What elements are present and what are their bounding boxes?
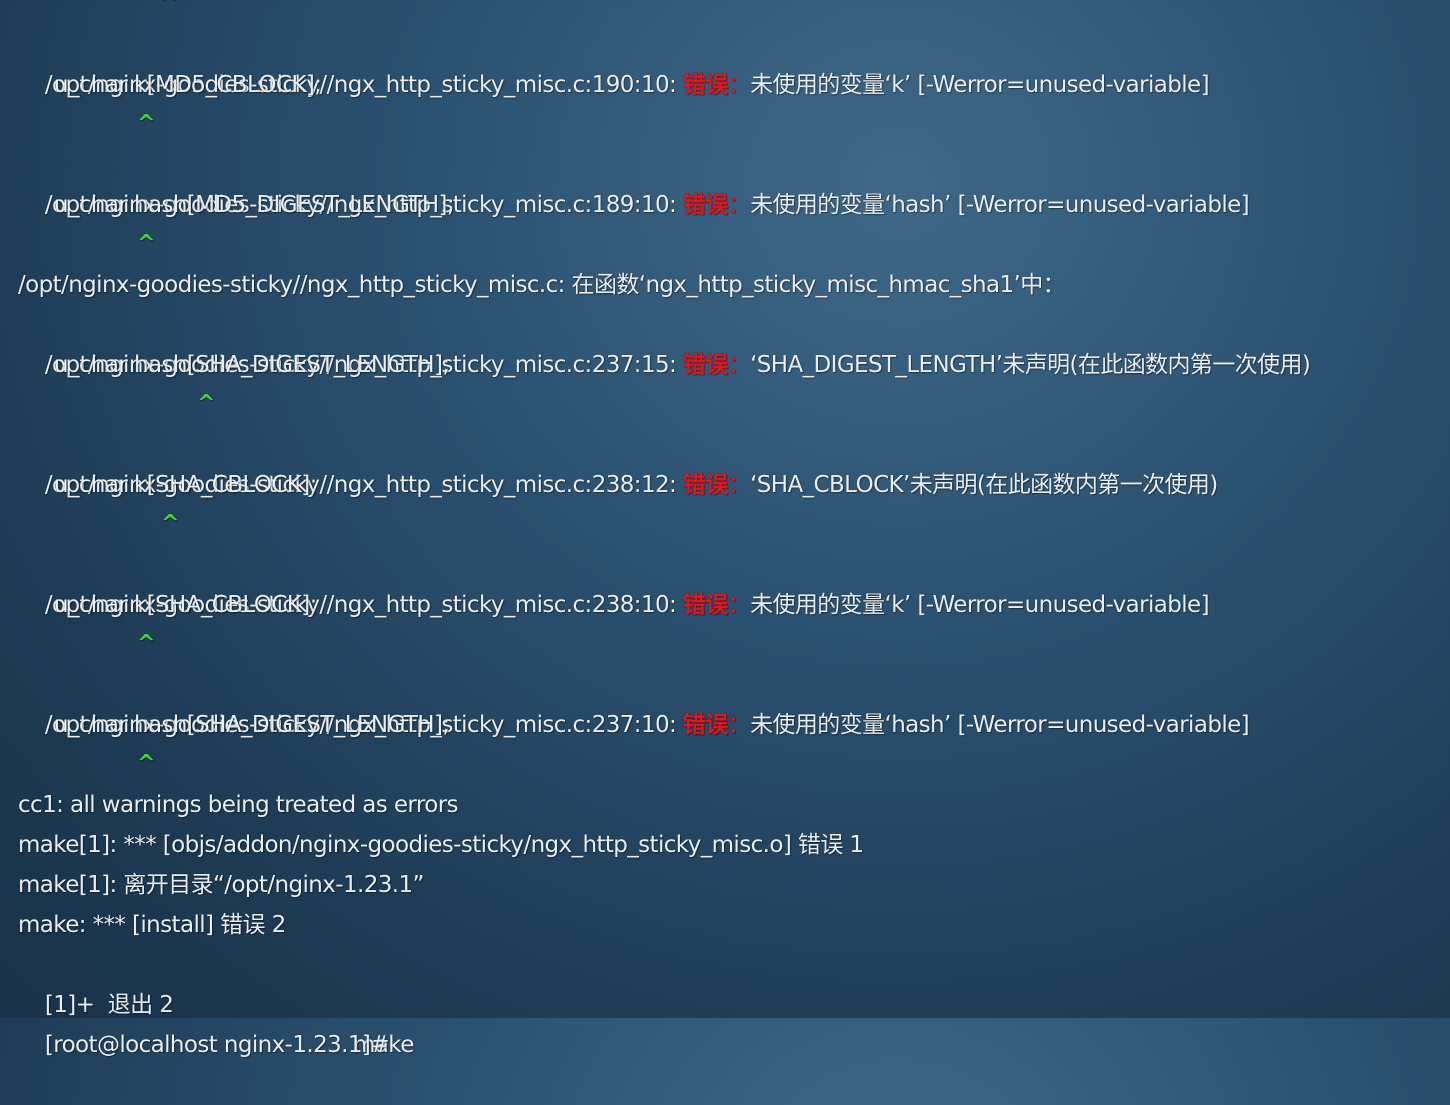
error-caret: ^: [160, 0, 178, 16]
error-caret: ^: [137, 631, 155, 656]
error-caret: ^: [197, 391, 215, 416]
error-colon: ：: [727, 192, 751, 218]
error-colon: ：: [727, 592, 751, 618]
error-colon: ：: [727, 72, 751, 98]
error-label: 错误: [682, 192, 728, 218]
compiler-error-line: /opt/nginx-goodies-sticky//ngx_http_stic…: [18, 425, 1218, 498]
error-colon: ：: [727, 472, 751, 498]
error-caret: ^: [137, 231, 155, 256]
error-message: ‘SHA_CBLOCK’未声明(在此函数内第一次使用): [750, 472, 1218, 498]
error-label: 错误: [682, 712, 728, 738]
make-leave-directory-line: make[1]: 离开目录“/opt/nginx-1.23.1”: [18, 872, 424, 898]
terminal-output[interactable]: ^ /opt/nginx-goodies-sticky//ngx_http_st…: [0, 0, 1450, 1058]
source-code-line: u_char k[SHA_CBLOCK];: [54, 592, 317, 618]
source-code-line: u_char hash[MD5_DIGEST_LENGTH];: [54, 192, 455, 218]
compiler-summary-line: cc1: all warnings being treated as error…: [18, 792, 459, 818]
source-code-line: u_char k[SHA_CBLOCK];: [54, 472, 317, 498]
shell-prompt: [root@localhost nginx-1.23.1]#: [44, 1032, 390, 1058]
error-message: 未使用的变量‘hash’ [-Werror=unused-variable]: [750, 192, 1250, 218]
source-code-line: u_char hash[SHA_DIGEST_LENGTH];: [54, 712, 450, 738]
error-message: 未使用的变量‘k’ [-Werror=unused-variable]: [750, 72, 1209, 98]
error-caret: ^: [137, 751, 155, 776]
error-message: 未使用的变量‘k’ [-Werror=unused-variable]: [750, 592, 1209, 618]
job-status-line: [1]+ 退出 2 make: [18, 945, 414, 1058]
compiler-error-line: /opt/nginx-goodies-sticky//ngx_http_stic…: [18, 665, 1250, 738]
function-context-line: /opt/nginx-goodies-sticky//ngx_http_stic…: [18, 272, 1066, 298]
error-label: 错误: [682, 592, 728, 618]
error-caret: ^: [137, 111, 155, 136]
error-caret: ^: [161, 511, 179, 536]
error-colon: ：: [727, 712, 751, 738]
error-colon: ：: [727, 352, 751, 378]
error-message: 未使用的变量‘hash’ [-Werror=unused-variable]: [750, 712, 1250, 738]
make-error-line: make[1]: *** [objs/addon/nginx-goodies-s…: [18, 832, 864, 858]
error-message: ‘SHA_DIGEST_LENGTH’未声明(在此函数内第一次使用): [750, 352, 1311, 378]
shell-prompt-line[interactable]: [root@localhost nginx-1.23.1]#: [18, 985, 390, 1058]
error-label: 错误: [682, 72, 728, 98]
compiler-error-line: /opt/nginx-goodies-sticky//ngx_http_stic…: [18, 305, 1311, 378]
source-code-line: u_char hash[SHA_DIGEST_LENGTH];: [54, 352, 450, 378]
compiler-error-line: /opt/nginx-goodies-sticky//ngx_http_stic…: [18, 145, 1250, 218]
make-install-error-line: make: *** [install] 错误 2: [18, 912, 286, 938]
compiler-error-line: /opt/nginx-goodies-sticky//ngx_http_stic…: [18, 25, 1210, 98]
source-code-line: u_char k[MD5_CBLOCK];: [54, 72, 322, 98]
error-label: 错误: [682, 352, 728, 378]
compiler-error-line: /opt/nginx-goodies-sticky//ngx_http_stic…: [18, 545, 1210, 618]
error-label: 错误: [682, 472, 728, 498]
